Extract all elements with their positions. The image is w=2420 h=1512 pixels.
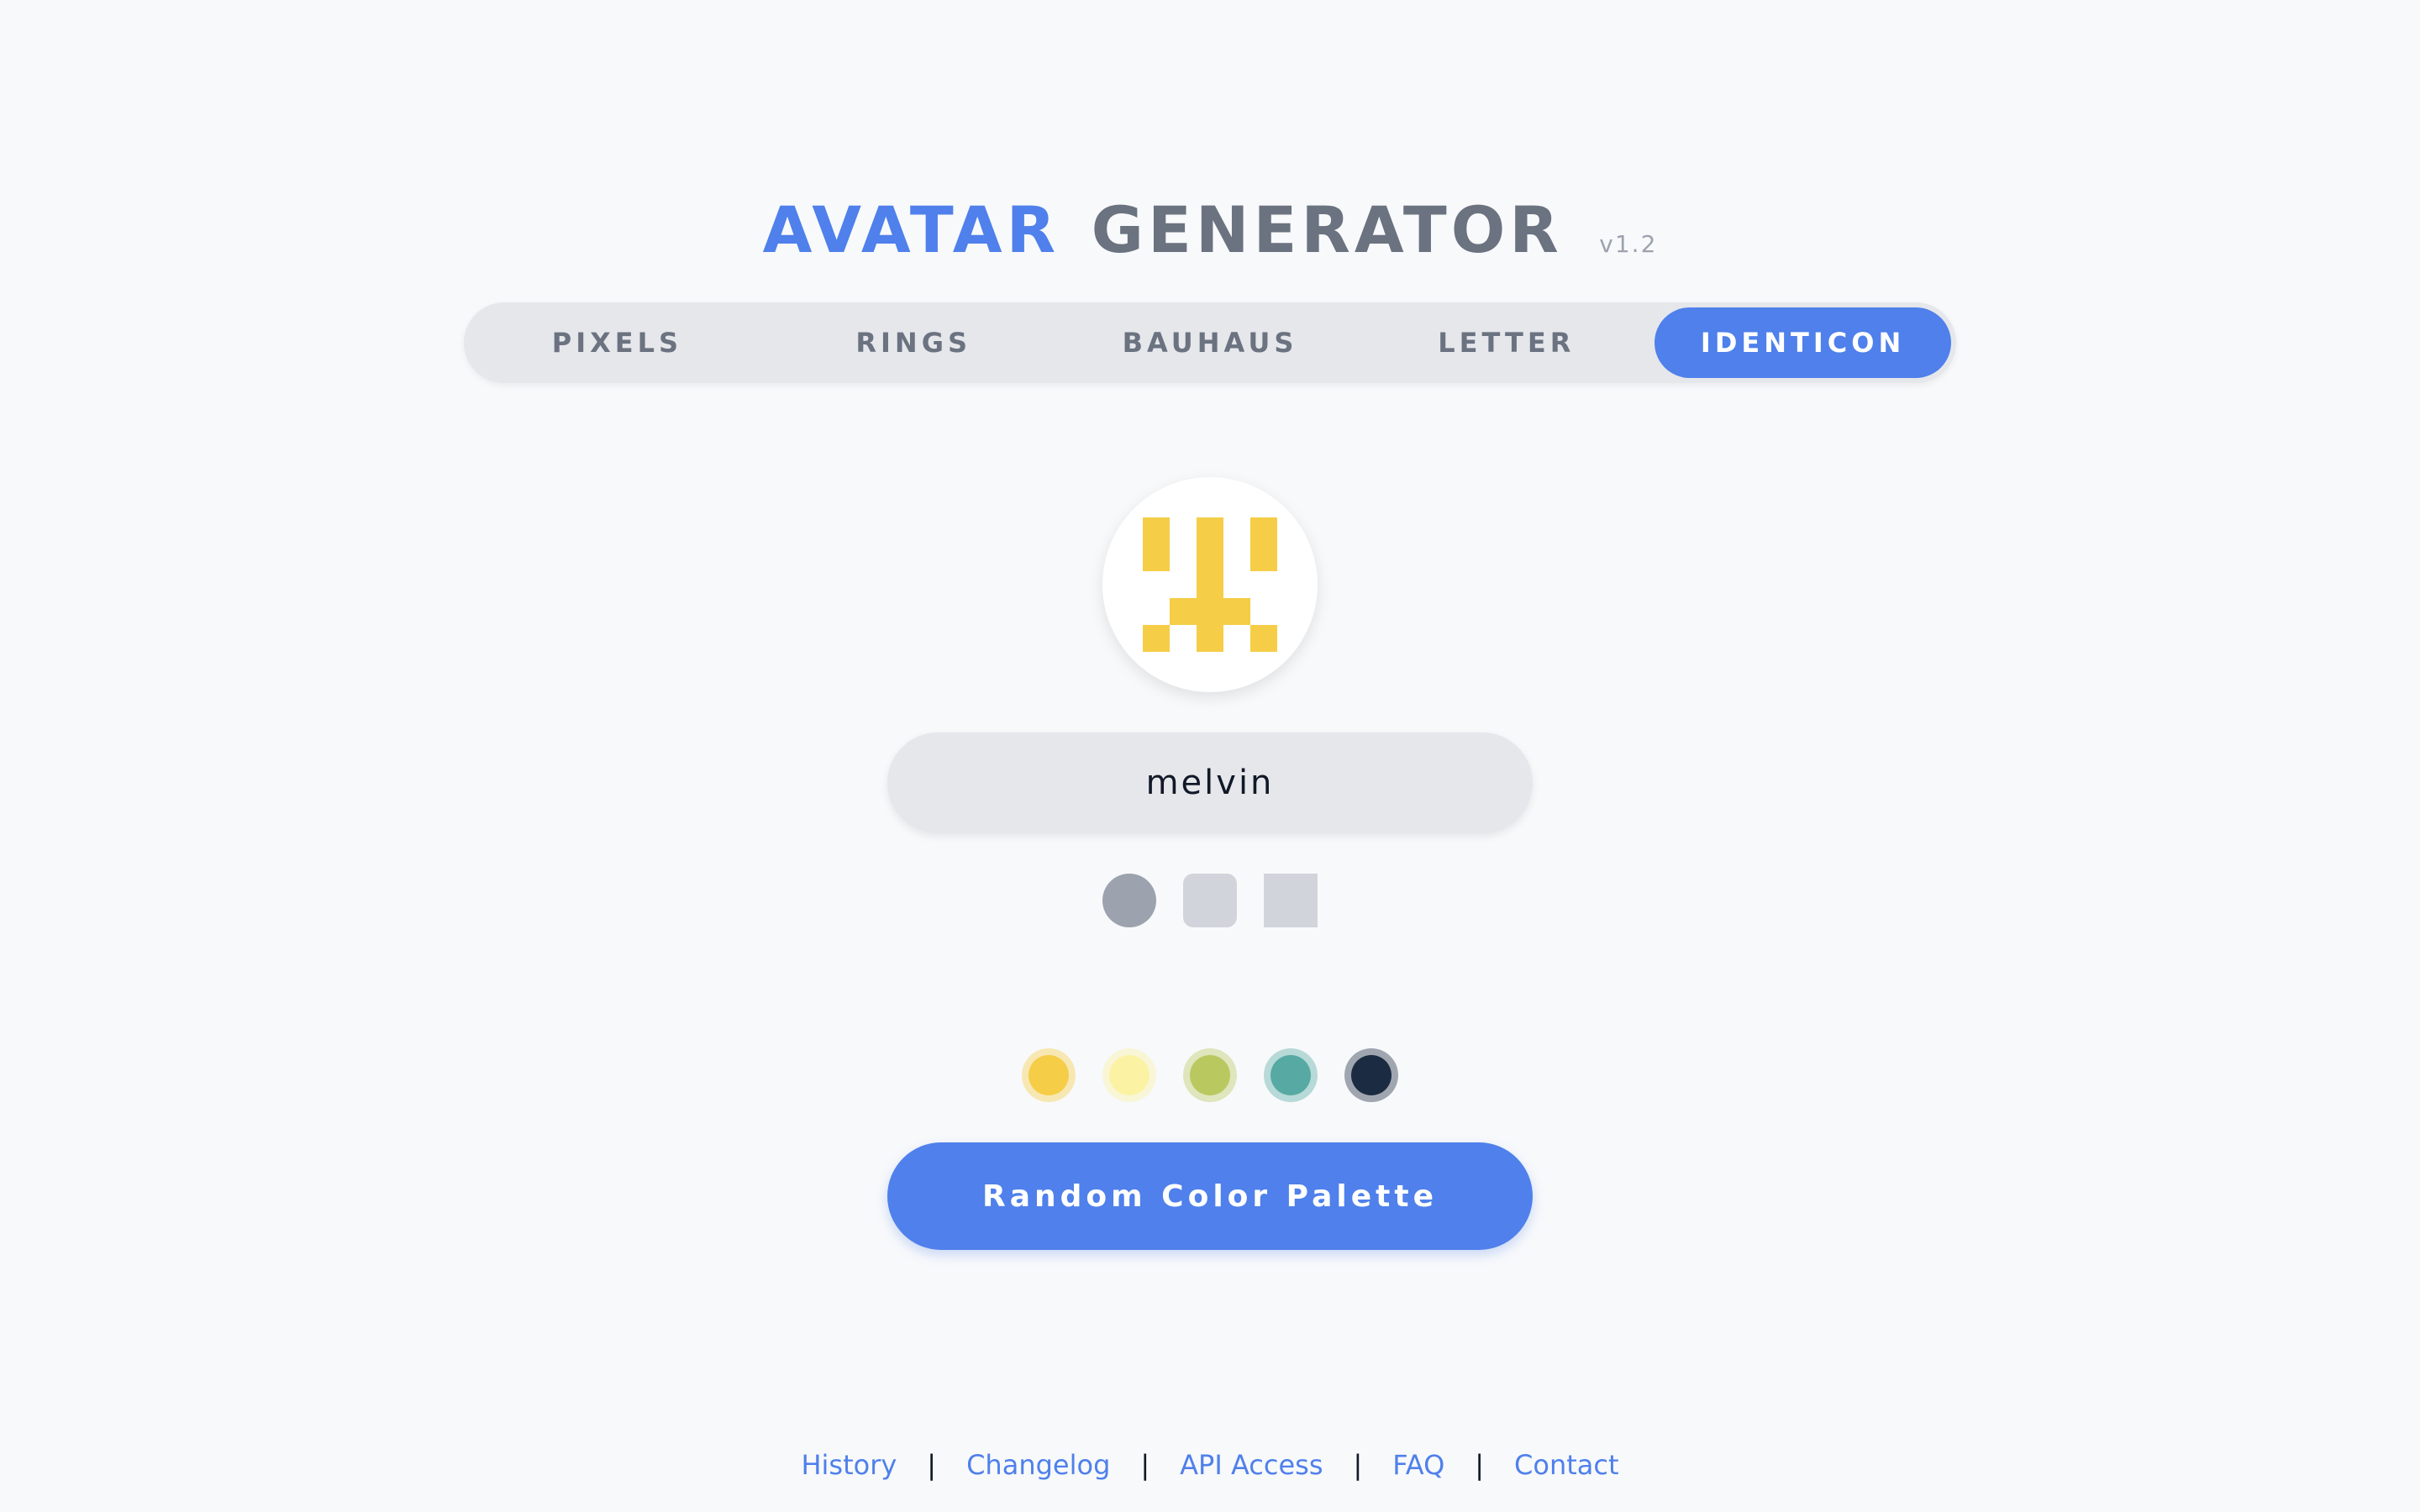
avatar-generator-page: AVATAR GENERATOR v1.2 PIXELS RINGS BAUHA… xyxy=(0,0,2420,1512)
swatch-dot xyxy=(1028,1055,1069,1095)
palette-swatch-1[interactable] xyxy=(1022,1048,1076,1102)
identicon-image xyxy=(1143,517,1277,652)
name-input[interactable] xyxy=(887,732,1533,833)
palette-swatch-2[interactable] xyxy=(1102,1048,1156,1102)
random-color-palette-button[interactable]: Random Color Palette xyxy=(887,1142,1533,1250)
footer-separator: | xyxy=(1353,1449,1363,1481)
footer-link-changelog[interactable]: Changelog xyxy=(966,1449,1110,1481)
tab-letter[interactable]: LETTER xyxy=(1358,307,1655,378)
footer-separator: | xyxy=(1475,1449,1485,1481)
identicon-cell xyxy=(1143,517,1170,571)
identicon-cell xyxy=(1197,517,1223,571)
style-tabs: PIXELS RINGS BAUHAUS LETTER IDENTICON xyxy=(464,302,1956,383)
version-label: v1.2 xyxy=(1599,230,1658,258)
tab-rings[interactable]: RINGS xyxy=(765,307,1062,378)
shape-square-option[interactable] xyxy=(1264,874,1318,927)
avatar-preview xyxy=(1102,477,1318,692)
footer-link-api-access[interactable]: API Access xyxy=(1180,1449,1323,1481)
identicon-cell xyxy=(1197,625,1223,652)
footer-separator: | xyxy=(1140,1449,1150,1481)
tab-bauhaus[interactable]: BAUHAUS xyxy=(1062,307,1359,378)
identicon-cell xyxy=(1197,571,1223,598)
identicon-cell xyxy=(1170,598,1250,625)
swatch-dot xyxy=(1351,1055,1392,1095)
swatch-dot xyxy=(1109,1055,1150,1095)
title-accent-word: AVATAR xyxy=(762,192,1060,267)
shape-rounded-square-option[interactable] xyxy=(1183,874,1237,927)
palette-swatch-3[interactable] xyxy=(1183,1048,1237,1102)
page-title: AVATAR GENERATOR v1.2 xyxy=(0,190,2420,285)
identicon-cell xyxy=(1250,517,1277,571)
swatch-dot xyxy=(1270,1055,1311,1095)
swatch-dot xyxy=(1190,1055,1230,1095)
tab-identicon[interactable]: IDENTICON xyxy=(1655,307,1951,378)
title-word: GENERATOR xyxy=(1091,192,1563,267)
footer-links: History | Changelog | API Access | FAQ | Contact xyxy=(0,1443,2420,1487)
identicon-cell xyxy=(1250,625,1277,652)
tab-pixels[interactable]: PIXELS xyxy=(469,307,765,378)
palette-swatch-5[interactable] xyxy=(1344,1048,1398,1102)
shape-circle-option[interactable] xyxy=(1102,874,1156,927)
footer-separator: | xyxy=(927,1449,937,1481)
palette-swatch-4[interactable] xyxy=(1264,1048,1318,1102)
footer-link-history[interactable]: History xyxy=(801,1449,897,1481)
footer-link-contact[interactable]: Contact xyxy=(1514,1449,1619,1481)
footer-link-faq[interactable]: FAQ xyxy=(1392,1449,1444,1481)
identicon-cell xyxy=(1143,625,1170,652)
